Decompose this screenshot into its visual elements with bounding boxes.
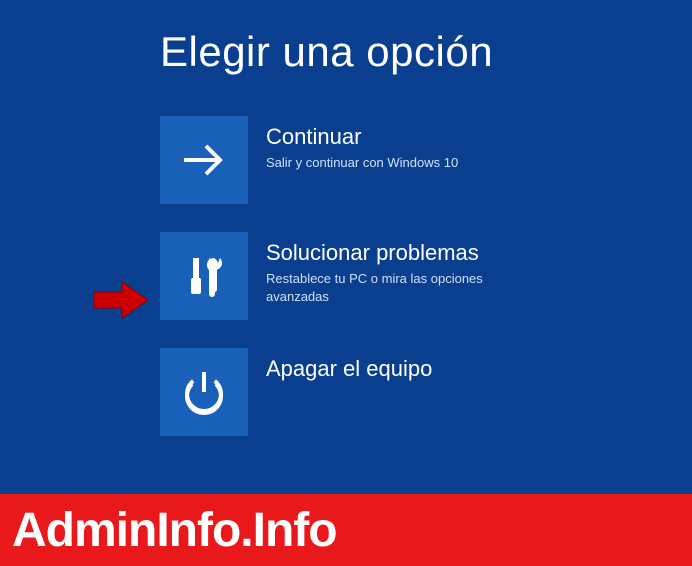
tools-icon — [160, 232, 248, 320]
option-title: Solucionar problemas — [266, 240, 506, 266]
watermark-banner: AdminInfo.Info — [0, 494, 692, 566]
option-text: Apagar el equipo — [266, 348, 432, 386]
option-continue[interactable]: Continuar Salir y continuar con Windows … — [160, 116, 692, 204]
watermark-text: AdminInfo.Info — [12, 503, 337, 558]
power-icon — [160, 348, 248, 436]
option-text: Solucionar problemas Restablece tu PC o … — [266, 232, 506, 306]
red-arrow-annotation — [92, 280, 152, 320]
page-title: Elegir una opción — [160, 28, 692, 76]
arrow-right-icon — [160, 116, 248, 204]
option-desc: Restablece tu PC o mira las opciones ava… — [266, 270, 506, 306]
recovery-options-screen: Elegir una opción Continuar Salir y cont… — [0, 0, 692, 436]
option-title: Continuar — [266, 124, 458, 150]
option-troubleshoot[interactable]: Solucionar problemas Restablece tu PC o … — [160, 232, 692, 320]
option-desc: Salir y continuar con Windows 10 — [266, 154, 458, 172]
option-text: Continuar Salir y continuar con Windows … — [266, 116, 458, 172]
option-shutdown[interactable]: Apagar el equipo — [160, 348, 692, 436]
option-title: Apagar el equipo — [266, 356, 432, 382]
